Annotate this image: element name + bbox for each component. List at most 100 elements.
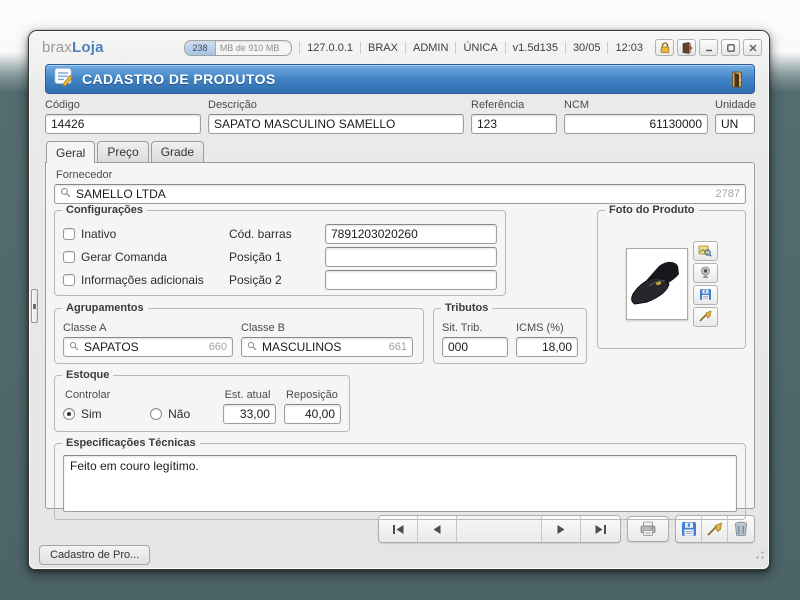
classe-b-lookup-input[interactable]: MASCULINOS 661	[241, 337, 413, 357]
configuracoes-groupbox: Configurações Inativo Cód. barras Gerar …	[54, 210, 506, 296]
radio-unselected-icon[interactable]	[150, 408, 162, 420]
divider	[565, 42, 566, 54]
cod-barras-input[interactable]	[325, 224, 497, 244]
search-icon	[247, 338, 257, 356]
memory-usage-fill: 238	[185, 41, 216, 55]
configuracoes-title: Configurações	[62, 204, 147, 216]
informacoes-adicionais-checkbox-label: Informações adicionais	[81, 273, 204, 287]
posicao2-label: Posição 2	[229, 273, 325, 287]
fornecedor-lookup-input[interactable]: SAMELLO LTDA 2787	[54, 184, 746, 204]
ncm-field: NCM	[564, 99, 708, 134]
photo-clear-button[interactable]	[693, 307, 718, 327]
checkbox-icon[interactable]	[63, 228, 75, 240]
checkbox-icon[interactable]	[63, 274, 75, 286]
controlar-nao-radio[interactable]: Não	[150, 404, 214, 424]
window-controls	[655, 39, 762, 56]
reposicao-label: Reposição	[286, 389, 341, 401]
posicao2-input[interactable]	[325, 270, 497, 290]
nav-last-icon	[594, 524, 607, 535]
descricao-label: Descrição	[208, 99, 464, 111]
sit-trib-input[interactable]	[442, 337, 508, 357]
window-chrome-bar: braxLoja 238 MB de 910 MB 127.0.0.1 BRAX…	[29, 31, 769, 61]
fornecedor-value: SAMELLO LTDA	[76, 187, 711, 201]
especificacoes-textarea[interactable]: Feito em couro legítimo.	[63, 455, 737, 512]
posicao1-input[interactable]	[325, 247, 497, 267]
form-edit-icon	[53, 66, 74, 92]
fornecedor-code: 2787	[716, 188, 740, 200]
codigo-input[interactable]	[45, 114, 201, 134]
photo-webcam-button[interactable]	[693, 263, 718, 283]
codigo-label: Código	[45, 99, 201, 111]
estoque-groupbox: Estoque Controlar Sim Não Est. atual Rep…	[54, 375, 350, 432]
especificacoes-title: Especificações Técnicas	[62, 437, 200, 449]
controlar-label: Controlar	[65, 389, 142, 401]
branch-name: ÚNICA	[463, 42, 497, 54]
descricao-input[interactable]	[208, 114, 464, 134]
inativo-checkbox-label: Inativo	[81, 227, 116, 241]
clear-icon	[706, 522, 723, 537]
tab-geral[interactable]: Geral	[46, 141, 95, 163]
logout-button[interactable]	[677, 39, 696, 56]
maximize-icon	[726, 43, 736, 53]
delete-icon	[734, 521, 748, 537]
tab-grade[interactable]: Grade	[151, 141, 204, 162]
icms-input[interactable]	[516, 337, 578, 357]
lock-button[interactable]	[655, 39, 674, 56]
inativo-checkbox[interactable]: Inativo	[63, 227, 229, 241]
close-form-button[interactable]	[728, 70, 747, 89]
window-edge-handle[interactable]	[31, 289, 38, 323]
checkbox-icon[interactable]	[63, 251, 75, 263]
nav-prev-icon	[432, 524, 442, 535]
divider	[505, 42, 506, 54]
unidade-label: Unidade	[715, 99, 755, 111]
unidade-field: Unidade	[715, 99, 755, 134]
posicao1-label: Posição 1	[229, 250, 325, 264]
est-atual-input[interactable]	[223, 404, 276, 424]
minimize-button[interactable]	[699, 39, 718, 56]
tributos-title: Tributos	[441, 302, 492, 314]
search-icon	[69, 338, 79, 356]
sit-trib-label: Sit. Trib.	[442, 322, 508, 334]
memory-usage-indicator: 238 MB de 910 MB	[184, 40, 292, 56]
user-name: ADMIN	[413, 42, 448, 54]
right-column: Foto do Produto	[597, 210, 746, 364]
classe-a-lookup-input[interactable]: SAPATOS 660	[63, 337, 233, 357]
photo-save-button[interactable]	[693, 285, 718, 305]
maximize-button[interactable]	[721, 39, 740, 56]
referencia-input[interactable]	[471, 114, 557, 134]
close-icon	[748, 43, 758, 53]
photo-search-button[interactable]	[693, 241, 718, 261]
icms-label: ICMS (%)	[516, 322, 578, 334]
close-button[interactable]	[743, 39, 762, 56]
reposicao-input[interactable]	[284, 404, 341, 424]
ncm-input[interactable]	[564, 114, 708, 134]
foto-produto-title: Foto do Produto	[605, 204, 699, 216]
product-header-fields: Código Descrição Referência NCM Unidade	[45, 99, 755, 134]
divider	[360, 42, 361, 54]
classe-a-code: 660	[209, 341, 227, 353]
image-search-icon	[698, 244, 712, 257]
server-ip: 127.0.0.1	[307, 42, 353, 54]
exit-door-icon	[728, 70, 747, 89]
tab-preco[interactable]: Preço	[97, 141, 148, 162]
radio-selected-icon[interactable]	[63, 408, 75, 420]
logout-door-icon	[681, 42, 693, 54]
geral-tab-panel: Fornecedor SAMELLO LTDA 2787 Configuraçõ…	[45, 162, 755, 509]
left-column: Configurações Inativo Cód. barras Gerar …	[54, 210, 587, 364]
foto-produto-groupbox: Foto do Produto	[597, 210, 746, 349]
agrupamentos-title: Agrupamentos	[62, 302, 148, 314]
page-title: CADASTRO DE PRODUTOS	[82, 71, 720, 87]
resize-grip[interactable]	[756, 546, 764, 564]
gerar-comanda-checkbox[interactable]: Gerar Comanda	[63, 250, 229, 264]
company-name: BRAX	[368, 42, 398, 54]
nao-radio-label: Não	[168, 407, 190, 421]
current-time: 12:03	[615, 42, 643, 54]
controlar-sim-radio[interactable]: Sim	[63, 404, 142, 424]
taskbar-window-button[interactable]: Cadastro de Pro...	[39, 545, 150, 565]
informacoes-adicionais-checkbox[interactable]: Informações adicionais	[63, 273, 229, 287]
memory-total-label: MB de 910 MB	[216, 43, 280, 53]
clear-photo-icon	[698, 310, 712, 323]
referencia-field: Referência	[471, 99, 557, 134]
divider	[405, 42, 406, 54]
unidade-input[interactable]	[715, 114, 755, 134]
